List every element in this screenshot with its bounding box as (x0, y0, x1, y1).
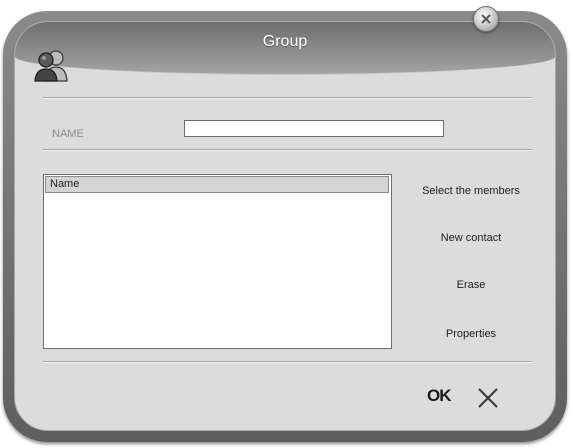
name-label: NAME (52, 128, 84, 140)
window-title: Group (262, 33, 308, 50)
list-column-header-name[interactable]: Name (45, 176, 389, 193)
erase-button[interactable]: Erase (401, 279, 541, 291)
properties-button[interactable]: Properties (401, 328, 541, 340)
close-icon (481, 14, 491, 24)
name-input[interactable] (184, 120, 444, 137)
dialog-body: Group NAME Name Select the members New c… (14, 21, 556, 431)
title-bar: Group (15, 22, 555, 75)
dialog-window: Group NAME Name Select the members New c… (3, 11, 567, 442)
new-contact-button[interactable]: New contact (401, 232, 541, 244)
group-icon (34, 50, 68, 82)
bottom-separator (43, 361, 532, 363)
close-button[interactable] (473, 6, 499, 32)
select-members-button[interactable]: Select the members (401, 185, 541, 197)
ok-button[interactable]: OK (427, 386, 451, 406)
top-separator (43, 97, 532, 99)
cancel-x-icon[interactable] (477, 387, 499, 409)
middle-separator (43, 149, 532, 151)
members-list[interactable]: Name (43, 174, 392, 349)
